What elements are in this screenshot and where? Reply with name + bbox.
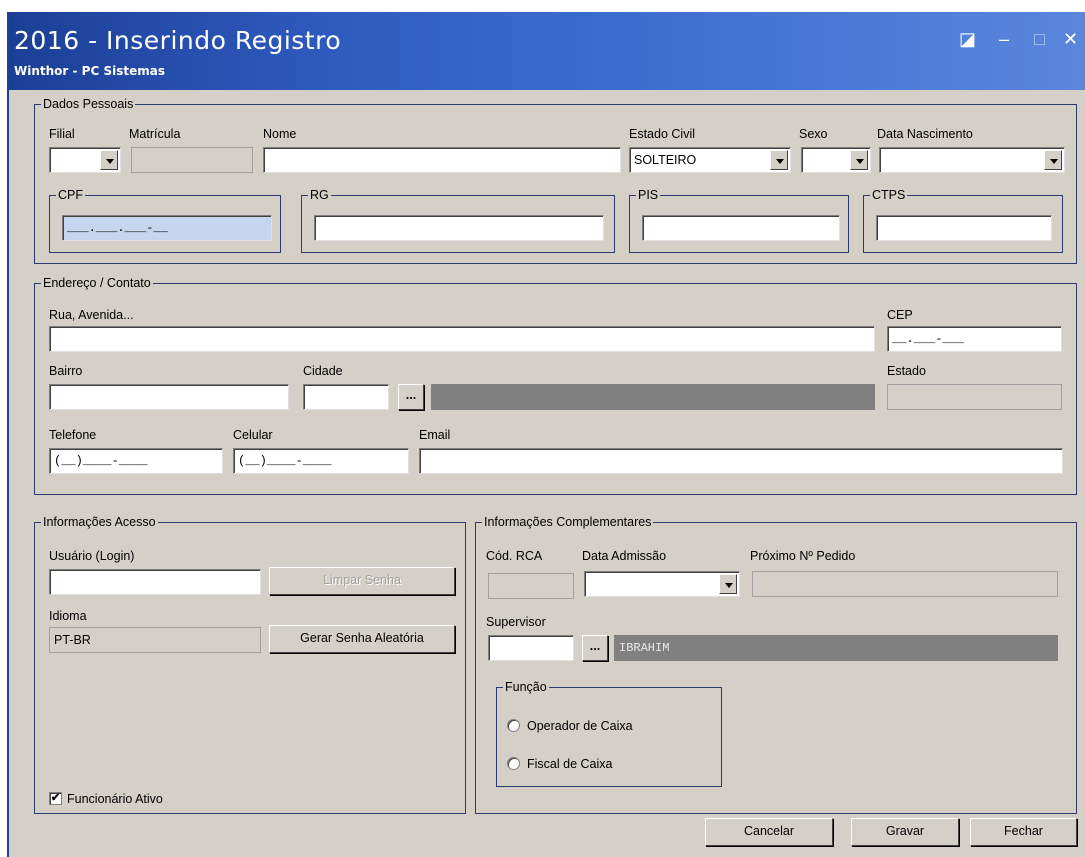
nome-label: Nome <box>263 127 297 141</box>
maximize-icon[interactable]: □ <box>1034 30 1045 48</box>
email-label: Email <box>419 428 451 442</box>
data-nascimento-picker[interactable] <box>879 147 1065 173</box>
dados-pessoais-legend: Dados Pessoais <box>41 97 136 111</box>
acesso-legend: Informações Acesso <box>41 515 158 529</box>
supervisor-name-field: IBRAHIM <box>614 635 1058 661</box>
rua-input[interactable] <box>49 326 875 352</box>
bairro-input[interactable] <box>49 384 289 410</box>
estado-civil-select[interactable]: SOLTEIRO <box>629 147 791 173</box>
group-cpf: CPF ___.___.___-__ <box>49 188 281 253</box>
cod-rca-field <box>488 573 574 599</box>
group-ctps: CTPS <box>863 188 1063 253</box>
ctps-legend: CTPS <box>870 188 908 202</box>
fechar-button[interactable]: Fechar <box>970 818 1077 846</box>
data-admissao-label: Data Admissão <box>582 549 667 563</box>
limpar-senha-button[interactable]: Limpar Senha <box>269 567 455 595</box>
sexo-label: Sexo <box>799 127 828 141</box>
idioma-label: Idioma <box>49 609 87 623</box>
complementares-legend: Informações Complementares <box>482 515 654 529</box>
close-icon[interactable]: ✕ <box>1063 30 1078 48</box>
fiscal-caixa-label[interactable]: Fiscal de Caixa <box>527 757 612 771</box>
rg-input[interactable] <box>314 215 604 241</box>
group-acesso: Informações Acesso Usuário (Login) Limpa… <box>34 515 466 814</box>
rg-legend: RG <box>308 188 331 202</box>
pis-legend: PIS <box>636 188 661 202</box>
chevron-down-icon[interactable] <box>1044 150 1062 170</box>
cod-rca-label: Cód. RCA <box>486 549 543 563</box>
supervisor-search-button[interactable]: ... <box>582 635 608 661</box>
group-funcao: Função Operador de Caixa Fiscal de Caixa <box>496 680 722 787</box>
celular-label: Celular <box>233 428 273 442</box>
restore-icon[interactable]: ◪ <box>959 30 976 48</box>
filial-label: Filial <box>49 127 75 141</box>
telefone-label: Telefone <box>49 428 97 442</box>
ctps-input[interactable] <box>876 215 1052 241</box>
funcionario-ativo-checkbox[interactable]: ✔ <box>49 792 62 805</box>
matricula-field <box>131 147 253 173</box>
pis-input[interactable] <box>642 215 840 241</box>
group-dados-pessoais: Dados Pessoais Filial Matrícula Nome Est… <box>34 97 1077 264</box>
cidade-search-button[interactable]: ... <box>398 384 424 410</box>
nome-input[interactable] <box>263 147 621 173</box>
proximo-pedido-field <box>752 571 1058 597</box>
group-rg: RG <box>301 188 615 253</box>
estado-civil-label: Estado Civil <box>629 127 695 141</box>
usuario-label: Usuário (Login) <box>49 549 135 563</box>
cpf-input[interactable]: ___.___.___-__ <box>62 215 272 241</box>
rua-label: Rua, Avenida... <box>49 308 134 322</box>
cidade-name-field <box>431 384 875 410</box>
funcionario-ativo-label[interactable]: Funcionário Ativo <box>67 792 163 806</box>
funcao-legend: Função <box>503 680 549 694</box>
fiscal-caixa-radio[interactable] <box>507 757 520 770</box>
email-input[interactable] <box>419 448 1063 474</box>
data-admissao-picker[interactable] <box>584 571 740 597</box>
window-subtitle: Winthor - PC Sistemas <box>14 64 165 78</box>
chevron-down-icon[interactable] <box>719 574 737 594</box>
minimize-icon[interactable]: – <box>999 30 1009 48</box>
estado-field <box>887 384 1062 410</box>
cpf-legend: CPF <box>56 188 85 202</box>
group-complementares: Informações Complementares Cód. RCA Data… <box>475 515 1077 814</box>
cidade-label: Cidade <box>303 364 343 378</box>
form-content: Dados Pessoais Filial Matrícula Nome Est… <box>9 90 1085 857</box>
cep-input[interactable]: __.___-___ <box>887 326 1062 352</box>
window-title: 2016 - Inserindo Registro <box>14 26 342 55</box>
chevron-down-icon[interactable] <box>100 150 118 170</box>
filial-select[interactable] <box>49 147 121 173</box>
idioma-field: PT-BR <box>49 627 261 653</box>
bairro-label: Bairro <box>49 364 83 378</box>
group-pis: PIS <box>629 188 849 253</box>
estado-civil-value: SOLTEIRO <box>634 153 697 167</box>
usuario-input[interactable] <box>49 569 261 595</box>
chevron-down-icon[interactable] <box>850 150 868 170</box>
proximo-pedido-label: Próximo Nº Pedido <box>750 549 856 563</box>
endereco-legend: Endereço / Contato <box>41 276 153 290</box>
chevron-down-icon[interactable] <box>770 150 788 170</box>
telefone-input[interactable]: (__)____-____ <box>49 448 223 474</box>
data-nascimento-label: Data Nascimento <box>877 127 973 141</box>
operador-caixa-label[interactable]: Operador de Caixa <box>527 719 633 733</box>
supervisor-code-input[interactable] <box>488 635 574 661</box>
title-bar[interactable]: 2016 - Inserindo Registro Winthor - PC S… <box>9 12 1085 90</box>
estado-label: Estado <box>887 364 926 378</box>
dialog-window: 2016 - Inserindo Registro Winthor - PC S… <box>7 12 1085 857</box>
celular-input[interactable]: (__)____-____ <box>233 448 409 474</box>
gerar-senha-button[interactable]: Gerar Senha Aleatória <box>269 625 455 653</box>
supervisor-label: Supervisor <box>486 615 546 629</box>
sexo-select[interactable] <box>801 147 871 173</box>
group-endereco: Endereço / Contato Rua, Avenida... CEP _… <box>34 276 1077 495</box>
cidade-code-input[interactable] <box>303 384 389 410</box>
gravar-button[interactable]: Gravar <box>851 818 959 846</box>
cep-label: CEP <box>887 308 913 322</box>
operador-caixa-radio[interactable] <box>507 719 520 732</box>
cancelar-button[interactable]: Cancelar <box>705 818 833 846</box>
matricula-label: Matrícula <box>129 127 181 141</box>
